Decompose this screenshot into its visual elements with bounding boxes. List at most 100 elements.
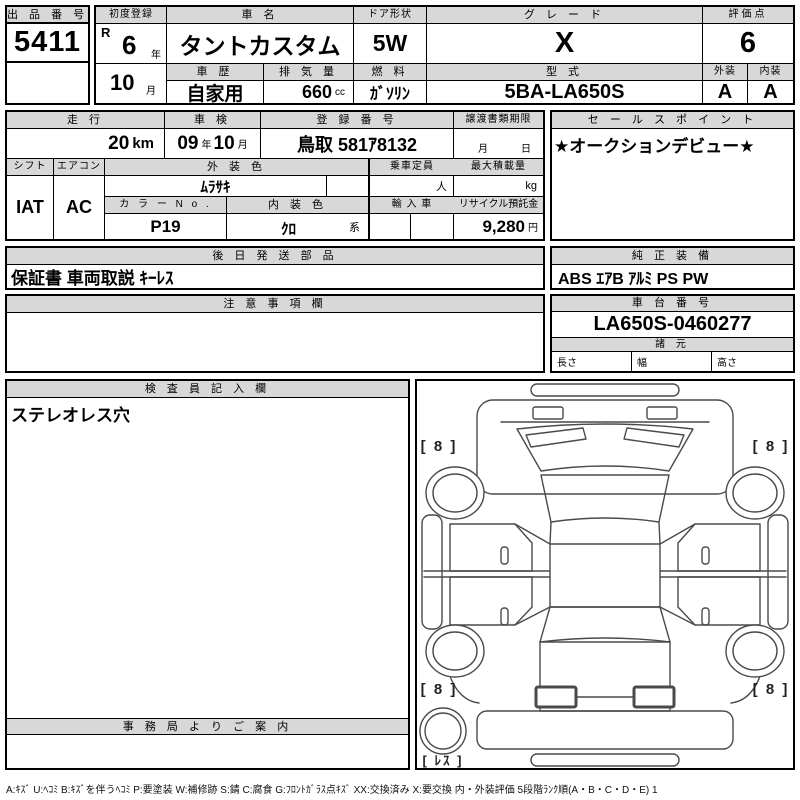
oem-equip-text: ABS ｴｱB ｱﾙﾐ PS PW (558, 270, 709, 288)
sales-point-text: ★オークションデビュー★ (554, 137, 755, 156)
later-parts-label: 後 日 発 送 部 品 (7, 248, 543, 265)
interior-value: A (763, 81, 778, 103)
first-reg-era: R (101, 25, 111, 40)
auction-no-label: 出 品 番 号 (7, 7, 88, 24)
history-value: 自家用 (167, 81, 264, 103)
mileage-label: 走 行 (7, 112, 165, 129)
inspection-label: 車 検 (165, 112, 261, 129)
recycle-label: リサイクル預託金 (454, 197, 543, 214)
first-reg-year-unit: 年 (151, 50, 161, 61)
auction-no-box: 出 品 番 号 5411 (5, 5, 90, 105)
recycle-value: 9,280 (482, 216, 525, 236)
car-diagram-panel: [ 8 ] [ 8 ] [ 8 ] [ 8 ] [ ﾚｽ ] (415, 379, 795, 770)
sales-point-panel: セ ー ル ス ポ イ ン ト ★オークションデビュー★ (550, 110, 795, 241)
first-reg-month-cell: 10 月 (96, 64, 167, 103)
first-reg-month: 10 (110, 70, 135, 95)
inspection-year-unit: 年 (201, 140, 212, 151)
mileage-unit: km (132, 135, 154, 152)
inspection-month-unit: 月 (237, 140, 248, 151)
transfer-day-unit: 日 (521, 144, 531, 155)
chassis-panel: 車 台 番 号 LA650S-0460277 諸 元 長さ 幅 高さ (550, 294, 795, 373)
first-reg-year: 6 (122, 30, 137, 60)
door-value: 5W (354, 24, 427, 64)
inspector-label: 検 査 員 記 入 欄 (7, 381, 408, 398)
shift-value: IAT (7, 176, 54, 239)
exterior-label: 外装 (703, 64, 748, 81)
aircon-value: AC (54, 176, 105, 239)
grade-label: グ レ ー ド (427, 7, 703, 24)
displacement-value: 660 (301, 81, 332, 102)
notes-text (7, 313, 543, 371)
aircon-label: エアコン (54, 159, 105, 176)
reg-no-value: 鳥取 581ｱ8132 (261, 129, 454, 159)
transfer-month-unit: 月 (478, 144, 488, 155)
mileage-color-block: 走 行 20 km 車 検 09 年 10 月 登 録 番 号 鳥取 581ｱ8… (5, 110, 545, 241)
inspector-panel: 検 査 員 記 入 欄 ステレオレス穴 事 務 局 よ り ご 案 内 (5, 379, 410, 770)
car-name-label: 車 名 (167, 7, 354, 24)
color-no-label: カ ラ ー N o . (105, 197, 227, 214)
later-parts-text: 保証書 車両取説 ｷｰﾚｽ (11, 269, 174, 288)
grade-value: X (427, 24, 703, 64)
inspection-cell: 09 年 10 月 (165, 129, 261, 159)
transfer-cell: 月 日 (454, 129, 543, 159)
spare-tire-label: [ ﾚｽ ] (422, 753, 464, 768)
capacity-unit: 人 (368, 176, 454, 197)
reg-no-label: 登 録 番 号 (261, 112, 454, 129)
office-label: 事 務 局 よ り ご 案 内 (7, 718, 408, 735)
auction-no-value: 5411 (7, 24, 88, 63)
width-label: 幅 (632, 352, 712, 371)
spec-label: 諸 元 (552, 338, 793, 352)
import-cell-1 (368, 214, 411, 239)
oem-equip-panel: 純 正 装 備 ABS ｴｱB ｱﾙﾐ PS PW (550, 246, 795, 290)
auction-no-empty-cell (7, 65, 88, 103)
auction-sheet: 出 品 番 号 5411 初度登録 R 6 年 10 月 車 名 タントカスタム… (0, 0, 800, 800)
condition-legend: A:ｷｽﾞ U:ﾍｺﾐ B:ｷｽﾞを伴うﾍｺﾐ P:要塗装 W:補修跡 S:錆 … (6, 785, 658, 796)
model-value: 5BA-LA650S (427, 81, 703, 103)
interior-label: 内装 (748, 64, 793, 81)
import-label: 輸 入 車 (368, 197, 454, 214)
door-label: ドア形状 (354, 7, 427, 24)
first-reg-month-unit: 月 (146, 86, 156, 97)
car-top-view-diagram (419, 383, 789, 767)
car-name-value: タントカスタム (167, 24, 354, 64)
height-label: 高さ (717, 358, 737, 369)
ext-color-label: 外 装 色 (105, 159, 368, 176)
displacement-unit: cc (335, 86, 345, 98)
chassis-label: 車 台 番 号 (552, 296, 793, 312)
model-label: 型 式 (427, 64, 703, 81)
displacement-label: 排 気 量 (264, 64, 354, 81)
mileage-value: 20 (108, 132, 130, 154)
tire-depth-rear-left: [ 8 ] (420, 681, 458, 698)
vehicle-header-block: 初度登録 R 6 年 10 月 車 名 タントカスタム 車 歴 自家用 排 気 … (94, 5, 795, 105)
fuel-value: ｶﾞｿﾘﾝ (354, 81, 427, 103)
notes-panel: 注 意 事 項 欄 (5, 294, 545, 373)
office-note (7, 736, 408, 768)
history-label: 車 歴 (167, 64, 264, 81)
capacity-label: 乗車定員 (368, 159, 454, 176)
inspection-year: 09 (177, 132, 199, 154)
int-color-cell: ｸﾛ 系 (227, 214, 368, 239)
transfer-label: 譲渡書類期限 (454, 112, 543, 129)
int-color-suffix: 系 (349, 222, 360, 234)
notes-label: 注 意 事 項 欄 (7, 296, 543, 313)
color-no-value: P19 (105, 214, 227, 239)
ext-color-value: ﾑﾗｻｷ (105, 176, 327, 197)
displacement-cell: 660 cc (264, 81, 354, 103)
recycle-unit: 円 (528, 223, 538, 234)
max-load-unit: kg (454, 176, 543, 197)
ext-color-empty-cell (327, 176, 368, 197)
max-load-label: 最大積載量 (454, 159, 543, 176)
score-label: 評価点 (703, 7, 793, 24)
shift-label: シフト (7, 159, 54, 176)
later-parts-panel: 後 日 発 送 部 品 保証書 車両取説 ｷｰﾚｽ (5, 246, 545, 290)
score-value: 6 (703, 24, 793, 64)
int-color-value: ｸﾛ (281, 221, 297, 238)
tire-depth-front-left: [ 8 ] (420, 438, 458, 455)
tire-depth-front-right: [ 8 ] (752, 438, 790, 455)
inspector-note: ステレオレス穴 (11, 406, 130, 425)
import-cell-2 (411, 214, 454, 239)
tire-depth-rear-right: [ 8 ] (752, 681, 790, 698)
first-reg-year-cell: R 6 年 (96, 24, 167, 64)
int-color-label: 内 装 色 (227, 197, 368, 214)
sales-point-label: セ ー ル ス ポ イ ン ト (552, 112, 793, 129)
